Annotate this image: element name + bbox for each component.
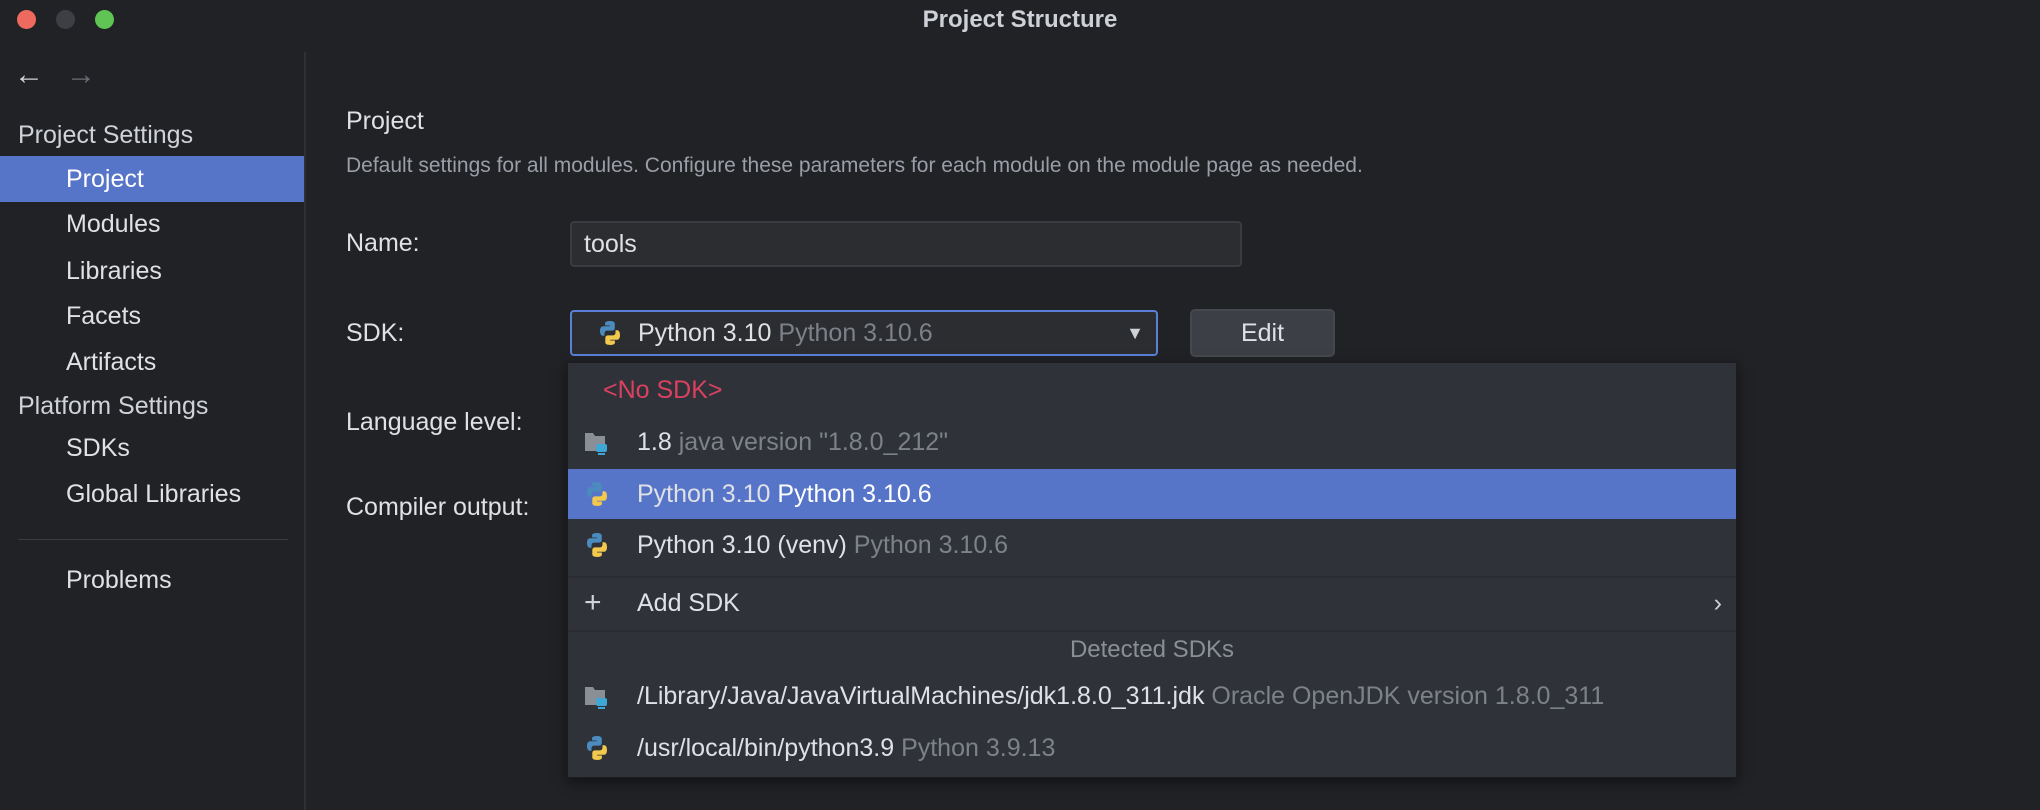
page-description: Default settings for all modules. Config… <box>346 154 1363 177</box>
window-title: Project Structure <box>922 6 1118 33</box>
sdk-option-name: /Library/Java/JavaVirtualMachines/jdk1.8… <box>637 682 1205 710</box>
sidebar-item-global-libraries[interactable]: Global Libraries <box>0 471 304 517</box>
sdk-dropdown[interactable]: Python 3.10 Python 3.10.6 ▼ <box>570 310 1158 356</box>
sidebar-item-sdks[interactable]: SDKs <box>0 425 304 471</box>
detected-sdk-python3-9[interactable]: /usr/local/bin/python3.9 Python 3.9.13 <box>568 723 1736 773</box>
sidebar-item-artifacts[interactable]: Artifacts <box>0 339 304 385</box>
sidebar-item-project[interactable]: Project <box>0 156 304 202</box>
python-icon <box>584 735 610 761</box>
sidebar-item-problems[interactable]: Problems <box>0 557 304 603</box>
plus-icon: + <box>584 586 602 619</box>
sdk-option-name: /usr/local/bin/python3.9 <box>637 734 895 762</box>
sdk-dropdown-popup: <No SDK> 1.8 java version "1.8.0_212" Py… <box>567 362 1737 778</box>
sdk-option-detail: Oracle OpenJDK version 1.8.0_311 <box>1211 682 1605 710</box>
python-icon <box>584 481 610 507</box>
sdk-option-name: Python 3.10 <box>637 480 771 508</box>
back-arrow-icon[interactable]: ← <box>14 60 44 90</box>
sidebar-item-facets[interactable]: Facets <box>0 293 304 339</box>
sdk-option-detail: Python 3.10.6 <box>853 531 1009 559</box>
sdk-option-detail: Python 3.9.13 <box>901 734 1056 762</box>
sidebar-divider <box>304 52 306 810</box>
sidebar-item-modules[interactable]: Modules <box>0 201 304 247</box>
detected-sdk-jdk[interactable]: /Library/Java/JavaVirtualMachines/jdk1.8… <box>568 671 1736 721</box>
sdk-option-python-venv[interactable]: Python 3.10 (venv) Python 3.10.6 <box>568 520 1736 570</box>
sdk-selected-name: Python 3.10 <box>638 319 772 347</box>
edit-button[interactable]: Edit <box>1190 309 1335 357</box>
sdk-option-python-3-10[interactable]: Python 3.10 Python 3.10.6 <box>568 469 1736 519</box>
sdk-option-detail: java version "1.8.0_212" <box>678 428 949 456</box>
sidebar-header-platform-settings: Platform Settings <box>18 392 209 420</box>
language-level-label: Language level: <box>346 408 523 436</box>
forward-arrow-icon[interactable]: → <box>66 60 96 90</box>
sidebar-header-project-settings: Project Settings <box>18 121 194 149</box>
add-sdk-option[interactable]: + Add SDK › <box>568 578 1736 628</box>
page-title: Project <box>346 107 424 135</box>
python-icon <box>597 320 623 346</box>
sdk-option-name: Python 3.10 (venv) <box>637 531 847 559</box>
sdk-option-1-8[interactable]: 1.8 java version "1.8.0_212" <box>568 417 1736 467</box>
name-label: Name: <box>346 229 420 257</box>
name-input[interactable]: tools <box>570 221 1242 267</box>
detected-sdks-header: Detected SDKs <box>1069 636 1235 663</box>
sdk-option-detail: Python 3.10.6 <box>777 480 932 508</box>
python-icon <box>584 532 610 558</box>
jdk-folder-icon <box>584 683 610 709</box>
jdk-folder-icon <box>584 429 610 455</box>
no-sdk-option[interactable]: <No SDK> <box>568 365 1736 415</box>
sdk-selected-detail: Python 3.10.6 <box>778 319 933 347</box>
sdk-label: SDK: <box>346 319 405 347</box>
sidebar-separator <box>18 539 288 540</box>
sdk-option-name: 1.8 <box>637 428 672 456</box>
chevron-down-icon: ▼ <box>1126 323 1144 343</box>
add-sdk-label: Add SDK <box>637 589 740 617</box>
chevron-right-icon: › <box>1713 589 1722 617</box>
sidebar-item-libraries[interactable]: Libraries <box>0 248 304 294</box>
compiler-output-label: Compiler output: <box>346 493 530 521</box>
